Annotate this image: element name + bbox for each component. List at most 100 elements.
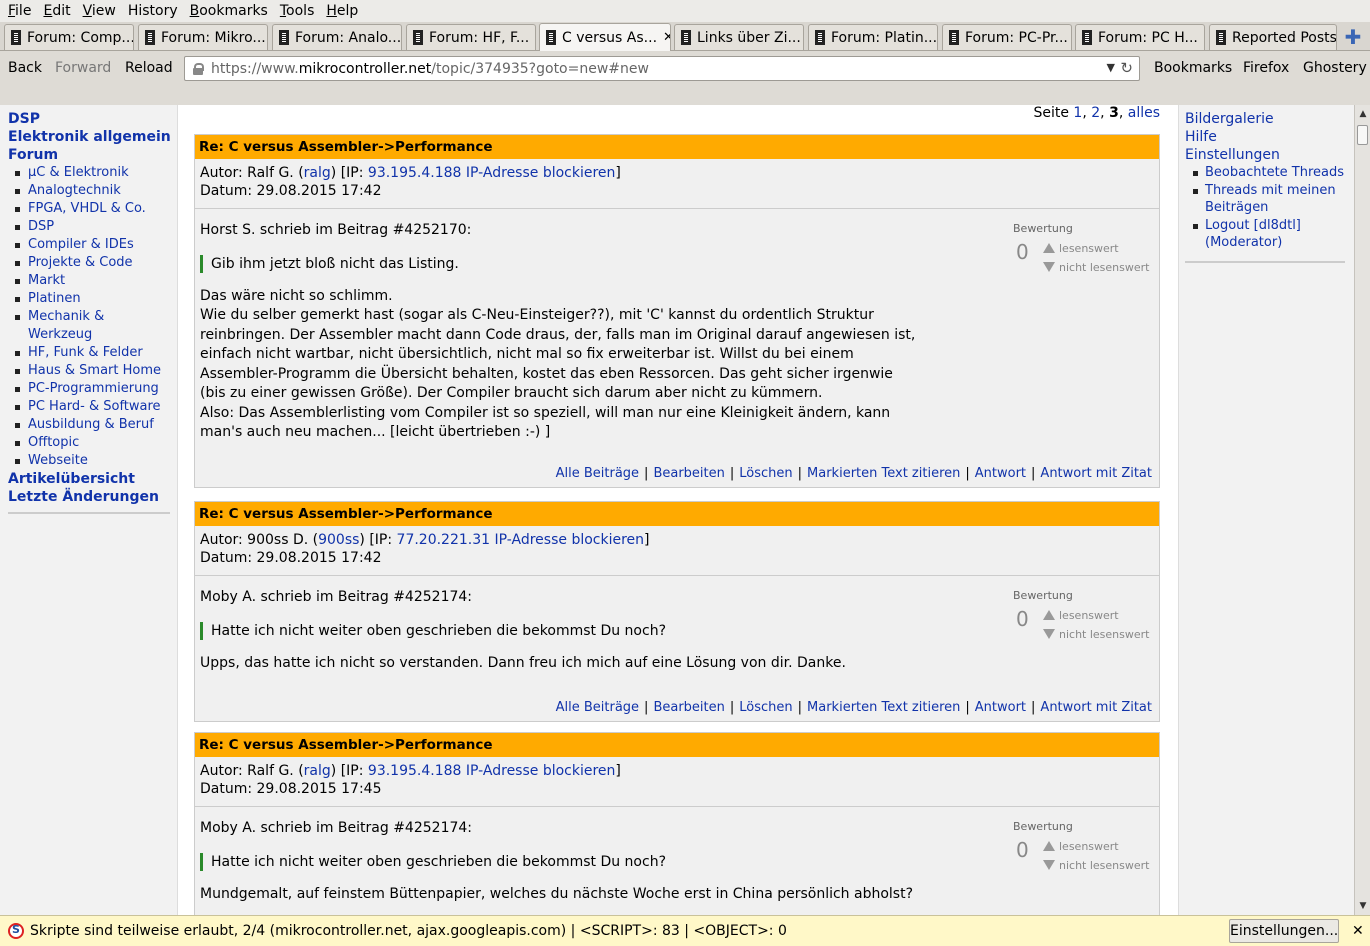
block-ip-link[interactable]: IP-Adresse blockieren <box>466 165 616 181</box>
forward-button[interactable]: Forward <box>55 59 111 77</box>
menu-file[interactable]: File <box>2 0 37 22</box>
rate-up-button[interactable]: lesenswert <box>1043 606 1119 626</box>
menu-view[interactable]: View <box>77 0 122 22</box>
close-icon[interactable]: ✕ <box>1352 923 1364 939</box>
all-posts-link[interactable]: Alle Beiträge <box>556 466 639 481</box>
tab-forum-analo[interactable]: Forum: Analo... <box>272 24 402 50</box>
nav-item-webseite[interactable]: Webseite <box>14 452 177 470</box>
nav-threads-mit-meinen-beitraegen[interactable]: Threads mit meinen Beiträgen <box>1191 182 1341 217</box>
author-link[interactable]: 900ss <box>318 532 359 548</box>
nav-dsp-top[interactable]: DSP <box>0 110 177 128</box>
url-reload-icon[interactable]: ↻ <box>1120 59 1133 77</box>
ip-link[interactable]: 93.195.4.188 <box>368 763 462 779</box>
tab-forum-platin[interactable]: Forum: Platin... <box>808 24 938 50</box>
nav-letzte-aenderungen[interactable]: Letzte Änderungen <box>0 488 177 506</box>
nav-item-ausbildung[interactable]: Ausbildung & Beruf <box>14 416 177 434</box>
edit-link[interactable]: Bearbeiten <box>653 700 724 715</box>
tab-forum-pc-pr[interactable]: Forum: PC-Pr... <box>942 24 1072 50</box>
nav-beobachtete-threads[interactable]: Beobachtete Threads <box>1191 164 1354 182</box>
post-body: Moby A. schrieb im Beitrag #4252174: Hat… <box>195 807 1159 910</box>
nav-einstellungen[interactable]: Einstellungen <box>1179 146 1354 164</box>
edit-link[interactable]: Bearbeiten <box>653 466 724 481</box>
post-text-line: Das wäre nicht so schlimm. <box>200 287 393 304</box>
tab-links[interactable]: Links über Zi... <box>674 24 804 50</box>
nav-item-projekte[interactable]: Projekte & Code <box>14 254 177 272</box>
nav-item-compiler[interactable]: Compiler & IDEs <box>14 236 177 254</box>
bookmarks-button[interactable]: Bookmarks <box>1154 59 1232 77</box>
reload-button[interactable]: Reload <box>125 59 173 77</box>
page-link-all[interactable]: alles <box>1128 105 1160 121</box>
nav-item-markt[interactable]: Markt <box>14 272 177 290</box>
reply-link[interactable]: Antwort <box>975 700 1026 715</box>
menu-edit[interactable]: Edit <box>37 0 76 22</box>
rating-box: Bewertung 0 lesenswert nicht lesenswert <box>1011 586 1151 646</box>
close-tab-icon[interactable]: ✕ <box>663 30 670 45</box>
tab-forum-pc-h[interactable]: Forum: PC H... <box>1075 24 1205 50</box>
nav-item-offtopic[interactable]: Offtopic <box>14 434 177 452</box>
nav-item-haus[interactable]: Haus & Smart Home <box>14 362 177 380</box>
author-link[interactable]: ralg <box>304 763 331 779</box>
post-text-line: Also: Das Assemblerlisting vom Compiler … <box>200 404 891 421</box>
menu-bookmarks[interactable]: Bookmarks <box>184 0 274 22</box>
tab-forum-mikro[interactable]: Forum: Mikro... <box>138 24 268 50</box>
nav-item-platinen[interactable]: Platinen <box>14 290 177 308</box>
url-bar[interactable]: https://www.mikrocontroller.net/topic/37… <box>184 56 1140 81</box>
nav-hilfe[interactable]: Hilfe <box>1179 128 1354 146</box>
nav-item-uc-elektronik[interactable]: µC & Elektronik <box>14 164 177 182</box>
nav-elektronik-allgemein[interactable]: Elektronik allgemein <box>0 128 177 146</box>
url-dropdown-icon[interactable]: ▼ <box>1107 61 1115 74</box>
page-link-1[interactable]: 1 <box>1073 105 1082 121</box>
reply-link[interactable]: Antwort <box>975 466 1026 481</box>
noscript-settings-button[interactable]: Einstellungen... <box>1229 919 1339 943</box>
ip-link[interactable]: 93.195.4.188 <box>368 165 462 181</box>
tab-reported-posts[interactable]: Reported Posts <box>1209 24 1337 50</box>
menu-history[interactable]: History <box>122 0 184 22</box>
post-actions: Alle Beiträge | Bearbeiten | Löschen | Markier… <box>555 465 1152 481</box>
ip-link[interactable]: 77.20.221.31 <box>397 532 491 548</box>
nav-forum[interactable]: Forum <box>0 146 177 164</box>
scroll-thumb[interactable] <box>1357 125 1368 145</box>
back-button[interactable]: Back <box>8 59 42 77</box>
delete-link[interactable]: Löschen <box>739 466 792 481</box>
url-text[interactable]: https://www.mikrocontroller.net/topic/37… <box>211 61 649 77</box>
nav-item-pc-programmierung[interactable]: PC-Programmierung <box>14 380 177 398</box>
rate-up-button[interactable]: lesenswert <box>1043 837 1119 857</box>
tab-forum-comp[interactable]: Forum: Comp... <box>4 24 134 50</box>
firefox-button[interactable]: Firefox <box>1243 59 1289 77</box>
new-tab-icon[interactable]: ✚ <box>1340 25 1366 49</box>
nav-item-pc-hardware[interactable]: PC Hard- & Software <box>14 398 177 416</box>
tab-forum-hf[interactable]: Forum: HF, F... <box>406 24 536 50</box>
rate-down-button[interactable]: nicht lesenswert <box>1043 258 1149 278</box>
all-posts-link[interactable]: Alle Beiträge <box>556 700 639 715</box>
tab-c-versus-assembler[interactable]: C versus As...✕ <box>539 23 671 51</box>
delete-link[interactable]: Löschen <box>739 700 792 715</box>
post-text-line: (bis zu einer gewissen Größe). Der Compi… <box>200 385 823 401</box>
site-favicon-icon <box>279 30 289 45</box>
page-link-2[interactable]: 2 <box>1091 105 1100 121</box>
reply-quote-link[interactable]: Antwort mit Zitat <box>1040 466 1152 481</box>
block-ip-link[interactable]: IP-Adresse blockieren <box>495 532 645 548</box>
rate-down-button[interactable]: nicht lesenswert <box>1043 625 1149 645</box>
menu-help[interactable]: Help <box>320 0 364 22</box>
rate-down-button[interactable]: nicht lesenswert <box>1043 856 1149 876</box>
nav-item-hf[interactable]: HF, Funk & Felder <box>14 344 177 362</box>
page-scrollbar[interactable]: ▲ ▼ <box>1354 105 1370 915</box>
author-link[interactable]: ralg <box>304 165 331 181</box>
nav-bildergalerie[interactable]: Bildergalerie <box>1179 110 1354 128</box>
quote-marked-link[interactable]: Markierten Text zitieren <box>807 466 960 481</box>
block-ip-link[interactable]: IP-Adresse blockieren <box>466 763 616 779</box>
scroll-down-icon[interactable]: ▼ <box>1356 899 1370 913</box>
rate-up-button[interactable]: lesenswert <box>1043 239 1119 259</box>
ghostery-button[interactable]: Ghostery <box>1303 59 1367 77</box>
nav-item-dsp[interactable]: DSP <box>14 218 177 236</box>
nav-artikeluebersicht[interactable]: Artikelübersicht <box>0 470 177 488</box>
reply-quote-link[interactable]: Antwort mit Zitat <box>1040 700 1152 715</box>
quote-marked-link[interactable]: Markierten Text zitieren <box>807 700 960 715</box>
nav-item-mechanik[interactable]: Mechanik & Werkzeug <box>14 308 114 344</box>
nav-item-analogtechnik[interactable]: Analogtechnik <box>14 182 177 200</box>
nav-logout[interactable]: Logout [dl8dtl] (Moderator) <box>1191 217 1311 252</box>
scroll-up-icon[interactable]: ▲ <box>1356 107 1370 121</box>
nav-item-fpga[interactable]: FPGA, VHDL & Co. <box>14 200 177 218</box>
menu-tools[interactable]: Tools <box>274 0 321 22</box>
post-text-line: einfach nicht wartbar, nicht übersichtli… <box>200 346 854 362</box>
